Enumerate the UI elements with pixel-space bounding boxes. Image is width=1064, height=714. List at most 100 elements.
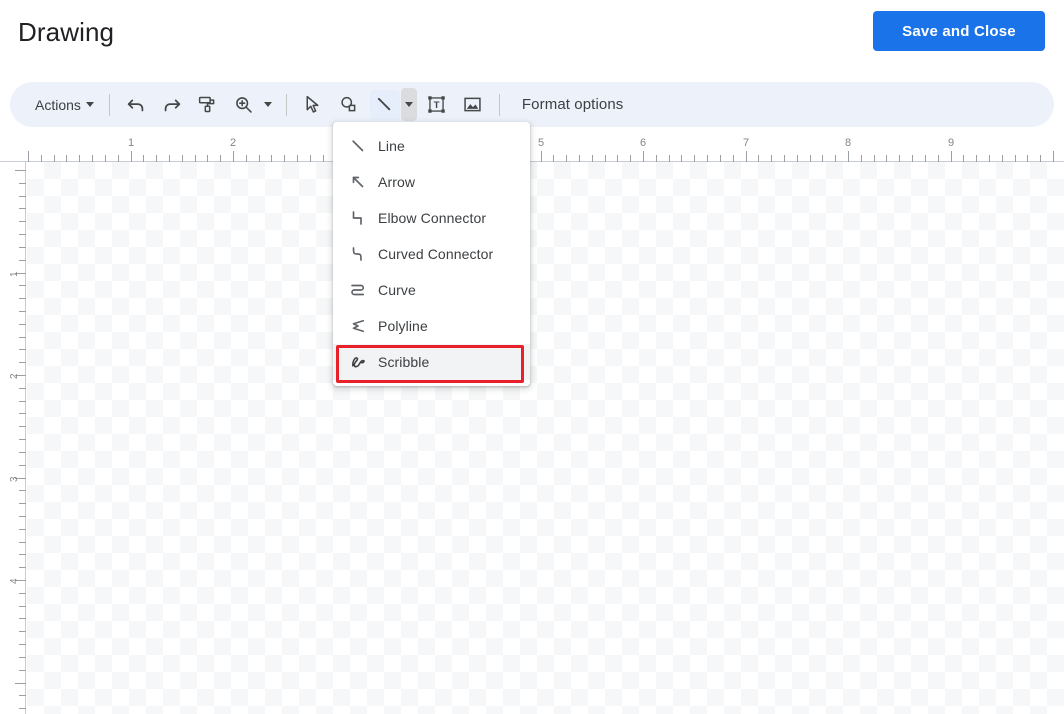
vertical-ruler[interactable]: 1 2 3 4 <box>0 162 26 714</box>
ruler-tick <box>131 151 132 162</box>
menu-item-curved-connector[interactable]: Curved Connector <box>333 236 530 272</box>
ruler-tick <box>19 208 26 209</box>
ruler-tick <box>246 155 247 162</box>
ruler-tick <box>19 670 26 671</box>
ruler-tick <box>15 170 26 171</box>
ruler-tick <box>19 567 26 568</box>
ruler-tick <box>835 155 836 162</box>
zoom-button[interactable] <box>229 90 259 120</box>
ruler-tick <box>19 183 26 184</box>
svg-text:T: T <box>434 100 440 111</box>
line-tool-menu: Line Arrow Elbow Connector Curved Connec… <box>333 122 530 386</box>
ruler-tick <box>566 155 567 162</box>
header-bar: Drawing Save and Close <box>0 0 1064 64</box>
menu-item-polyline[interactable]: Polyline <box>333 308 530 344</box>
ruler-tick <box>656 155 657 162</box>
ruler-tick <box>925 155 926 162</box>
ruler-tick <box>169 155 170 162</box>
menu-item-curve[interactable]: Curve <box>333 272 530 308</box>
ruler-tick <box>92 155 93 162</box>
horizontal-ruler[interactable]: 123456789 <box>0 136 1064 162</box>
ruler-tick <box>707 155 708 162</box>
ruler-tick <box>874 155 875 162</box>
menu-item-label: Elbow Connector <box>378 210 487 226</box>
ruler-tick <box>681 155 682 162</box>
save-and-close-button[interactable]: Save and Close <box>873 11 1045 51</box>
ruler-tick <box>19 657 26 658</box>
ruler-number: 8 <box>845 137 852 149</box>
ruler-tick <box>19 413 26 414</box>
ruler-tick <box>1040 155 1041 162</box>
zoom-dropdown-button[interactable] <box>260 88 276 121</box>
ruler-tick <box>19 618 26 619</box>
line-icon <box>374 94 395 115</box>
menu-item-label: Polyline <box>378 318 428 334</box>
ruler-number: 5 <box>538 137 545 149</box>
menu-item-elbow-connector[interactable]: Elbow Connector <box>333 200 530 236</box>
ruler-tick <box>19 465 26 466</box>
ruler-tick <box>54 155 55 162</box>
toolbar-divider <box>285 93 287 116</box>
ruler-tick <box>19 362 26 363</box>
ruler-tick <box>848 151 849 162</box>
ruler-tick <box>233 151 234 162</box>
ruler-tick <box>19 324 26 325</box>
toolbar-divider <box>498 93 500 116</box>
chevron-down-icon <box>85 102 94 107</box>
ruler-tick <box>669 155 670 162</box>
ruler-tick <box>19 349 26 350</box>
ruler-tick <box>19 631 26 632</box>
ruler-tick <box>15 683 26 684</box>
menu-item-label: Curve <box>378 282 416 298</box>
ruler-tick <box>19 196 26 197</box>
ruler-tick <box>19 695 26 696</box>
ruler-tick <box>976 155 977 162</box>
ruler-tick <box>105 155 106 162</box>
cursor-arrow-icon <box>302 94 323 115</box>
ruler-tick <box>989 155 990 162</box>
ruler-tick <box>19 516 26 517</box>
toolbar-divider <box>108 93 110 116</box>
ruler-tick <box>1053 151 1054 162</box>
shapes-icon <box>338 94 359 115</box>
ruler-tick <box>19 554 26 555</box>
line-tool-dropdown-button[interactable] <box>400 88 417 121</box>
ruler-tick <box>118 155 119 162</box>
ruler-tick <box>617 155 618 162</box>
drawing-canvas[interactable] <box>27 162 1064 714</box>
line-icon <box>347 135 369 157</box>
menu-item-scribble[interactable]: Scribble <box>333 344 530 380</box>
ruler-tick <box>861 155 862 162</box>
ruler-tick <box>79 155 80 162</box>
shape-tool-button[interactable] <box>334 90 364 120</box>
undo-button[interactable] <box>121 90 151 120</box>
redo-button[interactable] <box>157 90 187 120</box>
ruler-tick <box>207 155 208 162</box>
ruler-tick <box>19 708 26 709</box>
ruler-tick <box>28 151 29 162</box>
menu-item-label: Arrow <box>378 174 416 190</box>
format-options-button[interactable]: Format options <box>522 96 623 113</box>
ruler-tick <box>19 285 26 286</box>
ruler-tick <box>182 155 183 162</box>
menu-item-arrow[interactable]: Arrow <box>333 164 530 200</box>
ruler-number: 7 <box>743 137 750 149</box>
ruler-number: 9 <box>948 137 955 149</box>
ruler-tick <box>605 155 606 162</box>
actions-menu-button[interactable]: Actions <box>28 88 101 121</box>
undo-icon <box>125 94 147 116</box>
ruler-tick <box>797 155 798 162</box>
ruler-tick <box>784 155 785 162</box>
polyline-icon <box>347 315 369 337</box>
line-tool-button[interactable] <box>369 89 400 120</box>
ruler-tick <box>553 155 554 162</box>
image-tool-button[interactable] <box>458 90 488 120</box>
menu-item-line[interactable]: Line <box>333 128 530 164</box>
ruler-tick <box>19 260 26 261</box>
text-box-tool-button[interactable]: T <box>422 90 452 120</box>
select-tool-button[interactable] <box>298 90 328 120</box>
ruler-tick <box>541 151 542 162</box>
paint-format-button[interactable] <box>193 90 223 120</box>
ruler-tick <box>1002 155 1003 162</box>
chevron-down-icon <box>263 102 272 107</box>
